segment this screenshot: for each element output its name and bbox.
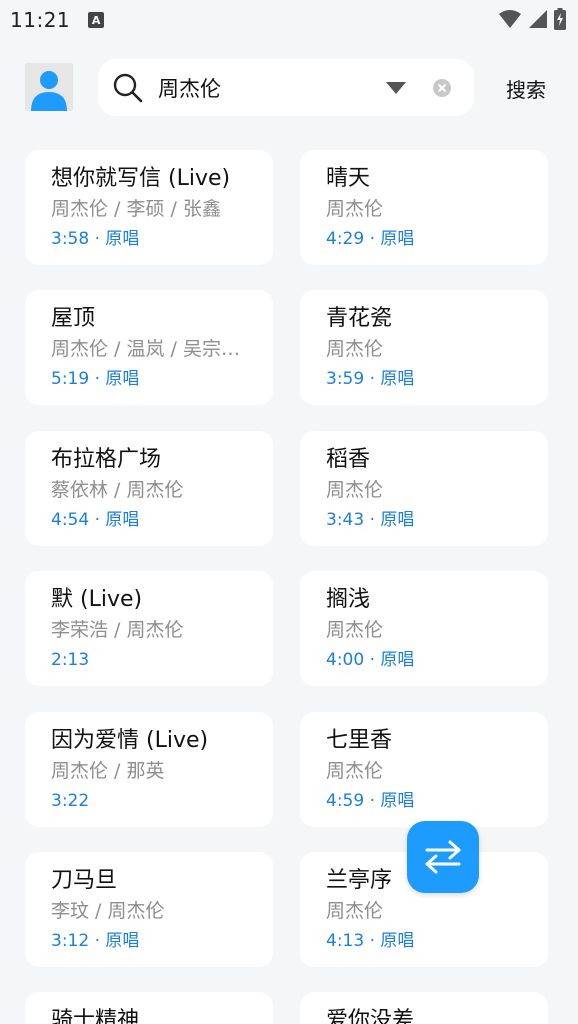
song-title: 搁浅 — [326, 587, 371, 612]
song-artist: 周杰伦 — [326, 619, 384, 641]
song-artist: 李玟 / 周杰伦 — [51, 900, 165, 922]
song-card[interactable]: 七里香 周杰伦 4:59 · 原唱 — [300, 712, 548, 827]
song-meta: 4:00 · 原唱 — [326, 650, 415, 670]
song-meta: 4:13 · 原唱 — [326, 931, 415, 951]
song-meta: 4:29 · 原唱 — [326, 229, 415, 249]
song-card[interactable]: 骑士精神 — [25, 992, 273, 1024]
song-meta: 3:43 · 原唱 — [326, 510, 415, 530]
song-artist: 周杰伦 — [326, 338, 384, 360]
song-artist: 周杰伦 / 李硕 / 张鑫 — [51, 198, 221, 220]
song-meta: 3:58 · 原唱 — [51, 229, 140, 249]
song-title: 刀马旦 — [51, 868, 118, 893]
song-list: 想你就写信 (Live) 周杰伦 / 李硕 / 张鑫 3:58 · 原唱 晴天 … — [0, 0, 578, 1024]
song-card[interactable]: 默 (Live) 李荣浩 / 周杰伦 2:13 — [25, 571, 273, 686]
song-title: 屋顶 — [51, 306, 96, 331]
song-artist: 周杰伦 — [326, 198, 384, 220]
song-title: 默 (Live) — [51, 587, 143, 612]
song-artist: 李荣浩 / 周杰伦 — [51, 619, 184, 641]
song-card[interactable]: 青花瓷 周杰伦 3:59 · 原唱 — [300, 290, 548, 405]
song-meta: 3:22 — [51, 791, 90, 811]
song-title: 爱你没差 — [326, 1008, 415, 1024]
song-artist: 周杰伦 — [326, 760, 384, 782]
song-card[interactable]: 稻香 周杰伦 3:43 · 原唱 — [300, 431, 548, 546]
song-meta: 3:12 · 原唱 — [51, 931, 140, 951]
song-artist: 蔡依林 / 周杰伦 — [51, 479, 184, 501]
song-card[interactable]: 想你就写信 (Live) 周杰伦 / 李硕 / 张鑫 3:58 · 原唱 — [25, 150, 273, 265]
swap-fab-button[interactable] — [407, 821, 479, 893]
song-card[interactable]: 布拉格广场 蔡依林 / 周杰伦 4:54 · 原唱 — [25, 431, 273, 546]
song-card[interactable]: 屋顶 周杰伦 / 温岚 / 吴宗… 5:19 · 原唱 — [25, 290, 273, 405]
song-meta: 2:13 — [51, 650, 90, 670]
song-meta: 4:54 · 原唱 — [51, 510, 140, 530]
song-title: 晴天 — [326, 166, 371, 191]
song-title: 想你就写信 (Live) — [51, 166, 231, 191]
song-artist: 周杰伦 — [326, 900, 384, 922]
song-card[interactable]: 刀马旦 李玟 / 周杰伦 3:12 · 原唱 — [25, 852, 273, 967]
song-card[interactable]: 因为爱情 (Live) 周杰伦 / 那英 3:22 — [25, 712, 273, 827]
song-card[interactable]: 晴天 周杰伦 4:29 · 原唱 — [300, 150, 548, 265]
swap-arrows-icon — [425, 840, 461, 874]
song-meta: 3:59 · 原唱 — [326, 369, 415, 389]
song-title: 布拉格广场 — [51, 447, 162, 472]
song-artist: 周杰伦 / 温岚 / 吴宗… — [51, 338, 240, 360]
song-title: 七里香 — [326, 728, 393, 753]
song-artist: 周杰伦 — [326, 479, 384, 501]
song-artist: 周杰伦 / 那英 — [51, 760, 165, 782]
song-card[interactable]: 搁浅 周杰伦 4:00 · 原唱 — [300, 571, 548, 686]
song-title: 骑士精神 — [51, 1008, 140, 1024]
song-title: 青花瓷 — [326, 306, 393, 331]
song-meta: 5:19 · 原唱 — [51, 369, 140, 389]
song-title: 因为爱情 (Live) — [51, 728, 209, 753]
song-meta: 4:59 · 原唱 — [326, 791, 415, 811]
song-title: 稻香 — [326, 447, 371, 472]
song-card[interactable]: 爱你没差 — [300, 992, 548, 1024]
